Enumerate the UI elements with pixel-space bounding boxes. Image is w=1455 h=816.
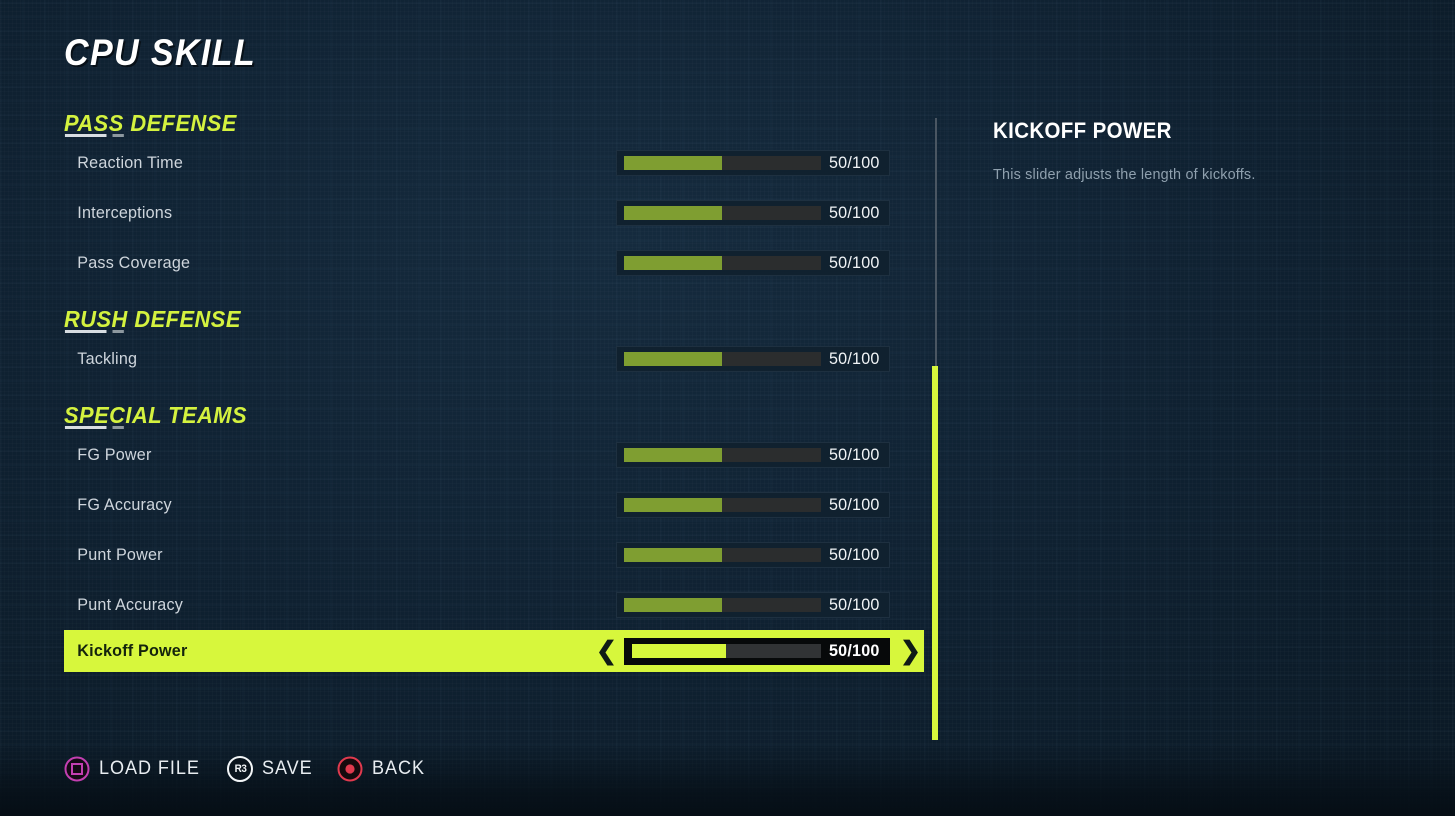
slider-fill xyxy=(624,156,723,170)
action-bar: LOAD FILE R3 SAVE BACK xyxy=(64,756,428,782)
setting-label: Punt Accuracy xyxy=(77,595,184,614)
slider[interactable]: 50/100 xyxy=(616,346,890,372)
settings-row[interactable]: Punt Accuracy ❮50/100❯ xyxy=(64,580,924,630)
slider-value: 50/100 xyxy=(828,253,880,272)
slider-group: ❮50/100❯ xyxy=(588,542,924,568)
slider-value: 50/100 xyxy=(828,495,880,514)
settings-row[interactable]: Tackling ❮50/100❯ xyxy=(64,334,924,384)
section-heading: SPECIAL TEAMS xyxy=(64,402,248,429)
scrollbar-thumb[interactable] xyxy=(932,366,938,740)
load-file-button[interactable]: LOAD FILE xyxy=(64,756,205,782)
r3-glyph: R3 xyxy=(234,763,247,775)
slider-value: 50/100 xyxy=(828,641,880,660)
section-heading: RUSH DEFENSE xyxy=(64,306,241,333)
slider-value: 50/100 xyxy=(828,545,880,564)
save-button[interactable]: R3 SAVE xyxy=(227,756,315,782)
slider-value: 50/100 xyxy=(828,595,880,614)
slider[interactable]: 50/100 xyxy=(616,250,890,276)
info-panel: KICKOFF POWER This slider adjusts the le… xyxy=(993,118,1413,183)
slider-fill xyxy=(624,498,723,512)
settings-row[interactable]: FG Accuracy ❮50/100❯ xyxy=(64,480,924,530)
setting-label: FG Accuracy xyxy=(77,495,172,514)
settings-row[interactable]: Reaction Time ❮50/100❯ xyxy=(64,138,924,188)
section-heading-rule xyxy=(64,426,124,429)
slider-track xyxy=(624,256,821,270)
slider-fill xyxy=(624,256,723,270)
slider[interactable]: 50/100 xyxy=(616,492,890,518)
section-heading-rule xyxy=(64,330,124,333)
info-panel-description: This slider adjusts the length of kickof… xyxy=(993,166,1256,183)
slider-value: 50/100 xyxy=(828,153,880,172)
setting-label: Reaction Time xyxy=(77,153,184,172)
slider-group: ❮ 50/100 ❯ xyxy=(596,637,924,665)
slider-track xyxy=(624,206,821,220)
slider-track xyxy=(632,644,821,658)
slider-track xyxy=(624,548,821,562)
setting-label: Pass Coverage xyxy=(77,253,191,272)
slider-track xyxy=(624,498,821,512)
slider-track xyxy=(624,352,821,366)
slider[interactable]: 50/100 xyxy=(616,442,890,468)
back-label: BACK xyxy=(372,758,426,779)
slider-group: ❮50/100❯ xyxy=(588,492,924,518)
settings-row-selected[interactable]: Kickoff Power ❮ 50/100 ❯ xyxy=(64,630,924,672)
load-file-label: LOAD FILE xyxy=(99,758,200,779)
slider[interactable]: 50/100 xyxy=(616,200,890,226)
slider-track xyxy=(624,156,821,170)
slider[interactable]: 50/100 xyxy=(624,637,890,665)
setting-label: Interceptions xyxy=(77,203,173,222)
slider[interactable]: 50/100 xyxy=(616,150,890,176)
slider-group: ❮50/100❯ xyxy=(588,150,924,176)
slider-group: ❮50/100❯ xyxy=(588,442,924,468)
slider-fill xyxy=(624,206,723,220)
slider-track xyxy=(624,448,821,462)
chevron-left-icon[interactable]: ❮ xyxy=(596,638,617,664)
setting-label: Kickoff Power xyxy=(77,641,188,660)
r3-button-icon: R3 xyxy=(227,756,254,782)
setting-label: FG Power xyxy=(77,445,152,464)
section-heading-rule xyxy=(64,134,124,137)
slider-track xyxy=(624,598,821,612)
slider[interactable]: 50/100 xyxy=(616,592,890,618)
slider-fill xyxy=(632,644,727,658)
slider-group: ❮50/100❯ xyxy=(588,250,924,276)
slider-fill xyxy=(624,352,723,366)
slider-group: ❮50/100❯ xyxy=(588,200,924,226)
circle-button-icon xyxy=(337,756,363,782)
square-button-icon xyxy=(64,756,90,782)
settings-list: PASS DEFENSEReaction Time❮50/100❯Interce… xyxy=(0,110,940,672)
settings-row[interactable]: FG Power ❮50/100❯ xyxy=(64,430,924,480)
chevron-right-icon[interactable]: ❯ xyxy=(900,638,921,664)
settings-row[interactable]: Interceptions ❮50/100❯ xyxy=(64,188,924,238)
page-title: CPU SKILL xyxy=(64,32,257,73)
save-label: SAVE xyxy=(262,758,313,779)
slider-group: ❮50/100❯ xyxy=(588,592,924,618)
slider-fill xyxy=(624,548,723,562)
info-panel-title: KICKOFF POWER xyxy=(993,118,1172,143)
slider-fill xyxy=(624,598,723,612)
slider-group: ❮50/100❯ xyxy=(588,346,924,372)
settings-row[interactable]: Pass Coverage ❮50/100❯ xyxy=(64,238,924,288)
setting-label: Tackling xyxy=(77,349,138,368)
slider-value: 50/100 xyxy=(828,203,880,222)
cpu-skill-settings-screen: CPU SKILL PASS DEFENSEReaction Time❮50/1… xyxy=(0,0,1455,816)
settings-row[interactable]: Punt Power ❮50/100❯ xyxy=(64,530,924,580)
slider-fill xyxy=(624,448,723,462)
settings-list-viewport: PASS DEFENSEReaction Time❮50/100❯Interce… xyxy=(0,110,940,744)
slider-value: 50/100 xyxy=(828,349,880,368)
slider-value: 50/100 xyxy=(828,445,880,464)
setting-label: Punt Power xyxy=(77,545,163,564)
back-button[interactable]: BACK xyxy=(337,756,428,782)
slider[interactable]: 50/100 xyxy=(616,542,890,568)
section-heading: PASS DEFENSE xyxy=(64,110,237,137)
